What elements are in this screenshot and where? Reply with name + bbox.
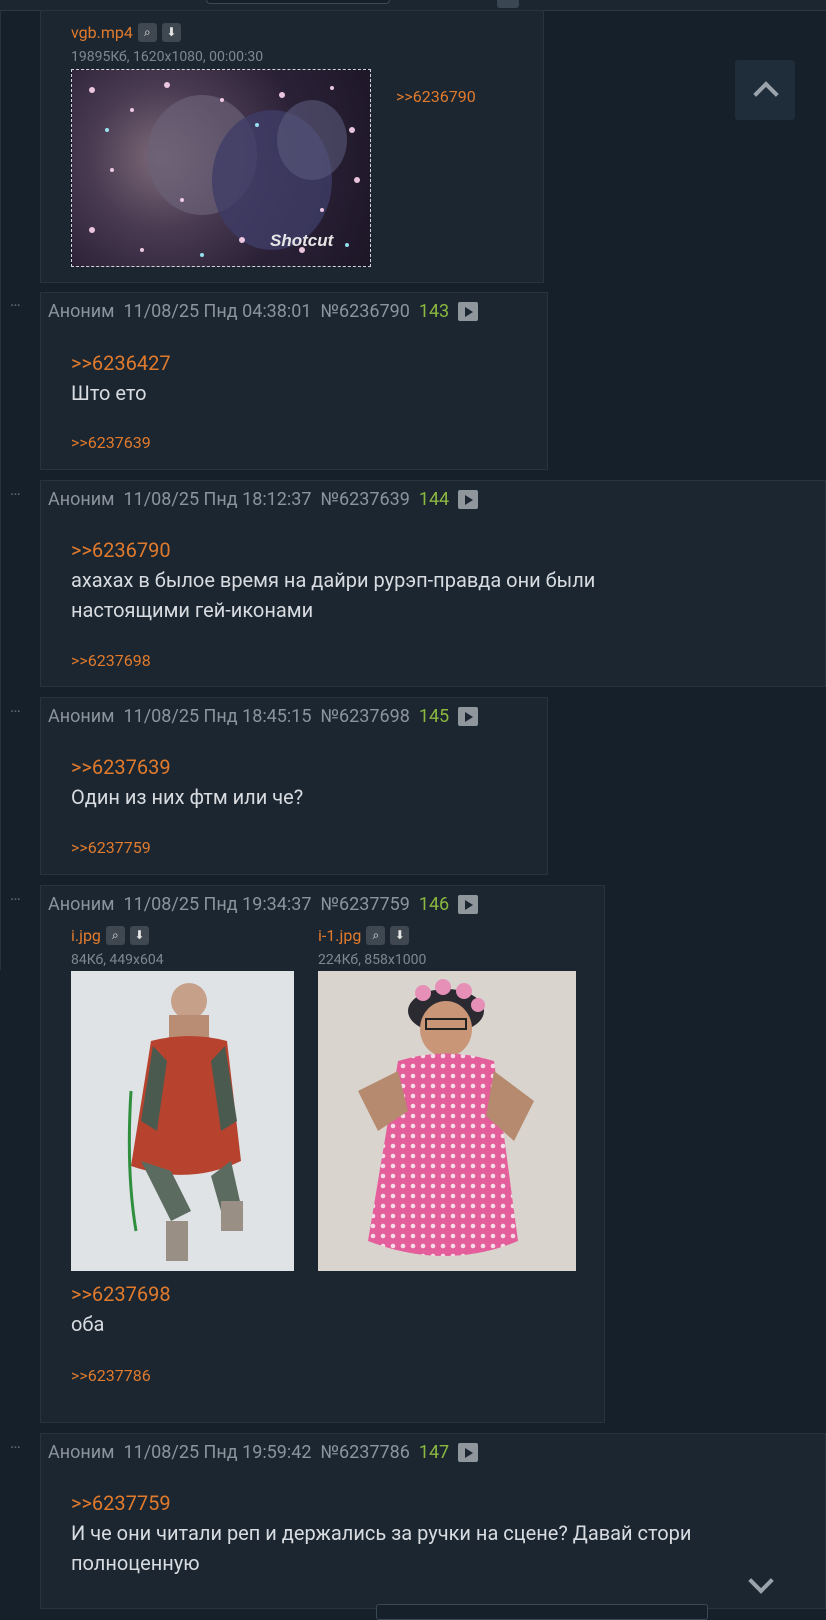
post: Аноним 11/08/25 Пнд 19:34:37 №6237759 14… <box>40 885 605 1423</box>
post-text: Што ето <box>71 381 147 405</box>
file-name-link[interactable]: vgb.mp4 <box>71 23 133 42</box>
play-icon[interactable] <box>458 895 479 914</box>
post-text: И че они читали реп и держались за ручки… <box>71 1518 691 1578</box>
post-author: Аноним <box>48 894 115 915</box>
file-info: 84Кб, 449x604 <box>71 952 164 968</box>
play-icon[interactable] <box>458 490 479 509</box>
play-icon[interactable] <box>458 707 479 726</box>
post-text: Один из них фтм или че? <box>71 785 304 809</box>
post-author: Аноним <box>48 489 115 510</box>
search-input[interactable] <box>206 0 390 4</box>
video-preview-art: Shotcut <box>89 82 360 257</box>
scroll-down-button[interactable] <box>740 1570 780 1610</box>
post-date: 11/08/25 Пнд 18:12:37 <box>123 489 312 510</box>
post-number[interactable]: №6237698 <box>321 706 410 727</box>
post-count: 145 <box>418 706 450 727</box>
top-bar-button[interactable] <box>497 0 519 8</box>
backlink[interactable]: >>6237786 <box>71 1366 151 1385</box>
play-icon[interactable] <box>458 302 479 321</box>
image-thumbnail[interactable] <box>71 971 294 1271</box>
post: Аноним 11/08/25 Пнд 04:38:01 №6236790 14… <box>40 292 548 470</box>
post-text: ахахах в былое время на дайри рурэп-прав… <box>71 565 595 625</box>
search-icon[interactable]: ⌕ <box>366 926 386 945</box>
search-icon[interactable]: ⌕ <box>137 23 157 42</box>
post-menu-icon[interactable]: … <box>10 293 22 309</box>
post: Аноним 11/08/25 Пнд 18:12:37 №6237639 14… <box>40 480 826 687</box>
post-count: 143 <box>418 301 450 322</box>
download-icon[interactable]: ⬇ <box>161 23 181 42</box>
post-date: 11/08/25 Пнд 19:59:42 <box>123 1442 312 1463</box>
file-name-link[interactable]: i-1.jpg <box>318 926 361 945</box>
post-date: 11/08/25 Пнд 18:45:15 <box>123 706 312 727</box>
post-date: 11/08/25 Пнд 04:38:01 <box>123 301 312 322</box>
backlink[interactable]: >>6236790 <box>396 87 476 106</box>
reply-link[interactable]: >>6237759 <box>71 1491 171 1515</box>
post-author: Аноним <box>48 706 115 727</box>
download-icon[interactable]: ⬇ <box>129 926 149 945</box>
post-author: Аноним <box>48 301 115 322</box>
file-info: 19895Кб, 1620x1080, 00:00:30 <box>71 49 264 65</box>
post: Аноним 11/08/25 Пнд 18:45:15 №6237698 14… <box>40 697 548 875</box>
thread-line <box>0 10 1 970</box>
reply-link[interactable]: >>6237698 <box>71 1282 171 1306</box>
backlink[interactable]: >>6237639 <box>71 433 151 452</box>
scroll-up-button[interactable] <box>735 60 795 120</box>
post-number[interactable]: №6237759 <box>321 894 410 915</box>
post-video: vgb.mp4 ⌕ ⬇ 19895Кб, 1620x1080, 00:00:30… <box>40 10 544 283</box>
backlink[interactable]: >>6237698 <box>71 651 151 670</box>
file-name-link[interactable]: i.jpg <box>71 926 101 945</box>
post-menu-icon[interactable]: … <box>10 482 22 498</box>
file-info: 224Кб, 858x1000 <box>318 952 427 968</box>
post-text: оба <box>71 1312 105 1336</box>
post-text-line: настоящими гей-иконами <box>71 598 314 622</box>
backlink[interactable]: >>6237759 <box>71 838 151 857</box>
post: Аноним 11/08/25 Пнд 19:59:42 №6237786 14… <box>40 1433 826 1609</box>
post-menu-icon[interactable]: … <box>10 699 22 715</box>
post-author: Аноним <box>48 1442 115 1463</box>
watermark-text: Shotcut <box>270 231 335 250</box>
post-number[interactable]: №6237786 <box>321 1442 410 1463</box>
post-text-line: полноценную <box>71 1551 200 1575</box>
post-count: 144 <box>418 489 450 510</box>
image-art <box>358 979 534 1256</box>
reply-link[interactable]: >>6237639 <box>71 755 171 779</box>
image-art <box>127 983 243 1261</box>
post-menu-icon[interactable]: … <box>10 1435 22 1451</box>
post-count: 146 <box>418 894 450 915</box>
post-number[interactable]: №6236790 <box>321 301 410 322</box>
post-menu-icon[interactable]: … <box>10 887 22 903</box>
bottom-input[interactable] <box>376 1604 708 1620</box>
video-thumbnail[interactable]: Shotcut <box>71 69 371 267</box>
search-icon[interactable]: ⌕ <box>105 926 125 945</box>
post-date: 11/08/25 Пнд 19:34:37 <box>123 894 312 915</box>
image-thumbnail[interactable] <box>318 971 576 1271</box>
post-number[interactable]: №6237639 <box>321 489 410 510</box>
post-text-line: ахахах в былое время на дайри рурэп-прав… <box>71 568 596 592</box>
reply-link[interactable]: >>6236427 <box>71 351 171 375</box>
download-icon[interactable]: ⬇ <box>390 926 410 945</box>
reply-link[interactable]: >>6236790 <box>71 538 171 562</box>
post-count: 147 <box>418 1442 450 1463</box>
play-icon[interactable] <box>458 1443 479 1462</box>
post-text-line: И че они читали реп и держались за ручки… <box>71 1521 692 1545</box>
